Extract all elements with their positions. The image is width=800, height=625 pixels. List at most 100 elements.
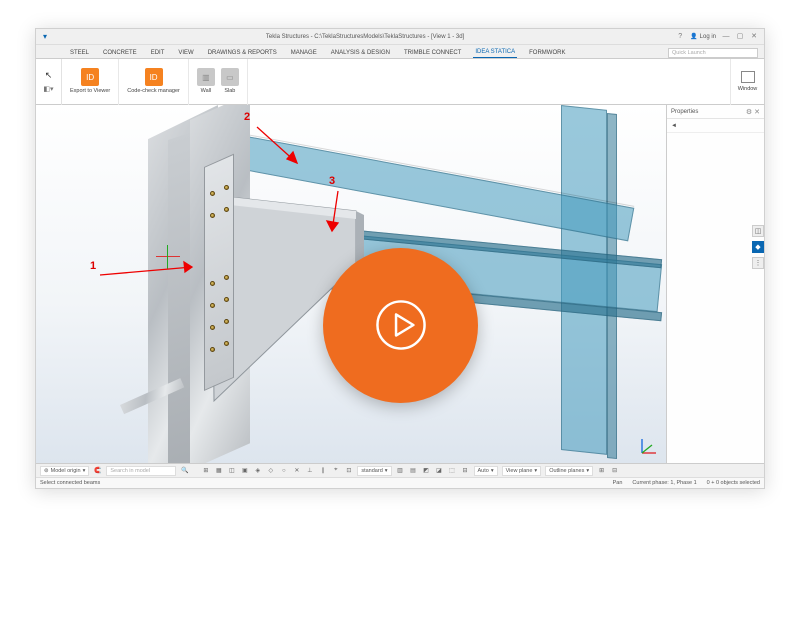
axis-triad-icon [638, 435, 660, 457]
magnet-icon[interactable]: 🧲 [93, 466, 102, 475]
status-bar: ⊚Model origin▾ 🧲 Search in model 🔍 ⊞ ▦ ◫… [36, 463, 764, 477]
sidetab-2[interactable]: ◆ [752, 241, 764, 253]
sidetab-3[interactable]: ⋮ [752, 257, 764, 269]
annotation-arrow-1 [96, 255, 206, 295]
snap-icon[interactable]: ○ [279, 466, 288, 475]
wall-label: Wall [201, 88, 212, 94]
wall-slab-group: ▥ Wall ▭ Slab [189, 59, 248, 105]
quick-launch-input[interactable]: Quick Launch [668, 48, 758, 58]
ribbon-tabs: STEEL CONCRETE EDIT VIEW DRAWINGS & REPO… [36, 45, 764, 59]
toolbar-icon[interactable]: ▥ [396, 466, 405, 475]
toolbar-icon[interactable]: ⬚ [448, 466, 457, 475]
snap-icon[interactable]: ⊥ [305, 466, 314, 475]
bolt [210, 325, 215, 330]
export-viewer-icon: ID [81, 68, 99, 86]
login-link[interactable]: 👤Log in [690, 33, 716, 40]
annotation-arrow-2 [251, 123, 311, 173]
play-icon [370, 294, 432, 356]
tab-view[interactable]: VIEW [176, 48, 195, 58]
tab-concrete[interactable]: CONCRETE [101, 48, 139, 58]
codecheck-icon: ID [145, 68, 163, 86]
bolt [224, 275, 229, 280]
tab-idea-statica[interactable]: IDEA STATICA [473, 47, 517, 58]
properties-title: Properties [671, 109, 698, 115]
close-button[interactable]: ✕ [750, 33, 758, 41]
properties-panel: Properties ⚙ ✕ ◄ ◫ ◆ ⋮ [666, 105, 764, 463]
toolbar-icon[interactable]: ◩ [422, 466, 431, 475]
titlebar: ▾ Tekla Structures - C:\TeklaStructuresM… [36, 29, 764, 45]
sidetab-1[interactable]: ◫ [752, 225, 764, 237]
standard-dropdown[interactable]: standard▾ [357, 466, 391, 476]
window-panel-label: Window [738, 86, 758, 92]
tab-manage[interactable]: MANAGE [289, 48, 319, 58]
outline-planes-dropdown[interactable]: Outline planes▾ [545, 466, 593, 476]
search-icon[interactable]: 🔍 [180, 466, 189, 475]
tab-trimble[interactable]: TRIMBLE CONNECT [402, 48, 463, 58]
hint-text: Select connected beams [40, 480, 100, 486]
side-tabs: ◫ ◆ ⋮ [752, 225, 764, 269]
snap-icon[interactable]: ◈ [253, 466, 262, 475]
bolt [224, 185, 229, 190]
bolt [224, 319, 229, 324]
search-model-input[interactable]: Search in model [106, 466, 176, 476]
hint-bar: Select connected beams Pan Current phase… [36, 477, 764, 488]
slab-button[interactable]: ▭ Slab [221, 68, 239, 94]
bolt [210, 281, 215, 286]
codecheck-button[interactable]: ID Code-check manager [119, 59, 189, 105]
phase-indicator: Current phase: 1, Phase 1 [632, 480, 696, 486]
snap-icon[interactable]: ⊞ [201, 466, 210, 475]
snap-icon[interactable]: ∥ [318, 466, 327, 475]
nav-mode: Pan [613, 480, 623, 486]
bolt [224, 207, 229, 212]
export-viewer-button[interactable]: ID Export to Viewer [62, 59, 119, 105]
bolt [224, 341, 229, 346]
model-origin-button[interactable]: ⊚Model origin▾ [40, 466, 89, 476]
selection-filter-icon[interactable]: ◧▾ [43, 85, 53, 93]
ribbon: ↖ ◧▾ ID Export to Viewer ID Code-check m… [36, 59, 764, 105]
bolt [210, 213, 215, 218]
snap-icon[interactable]: ✕ [292, 466, 301, 475]
tab-edit[interactable]: EDIT [149, 48, 167, 58]
tab-analysis[interactable]: ANALYSIS & DESIGN [329, 48, 392, 58]
play-button[interactable] [323, 248, 478, 403]
app-menu-icon[interactable]: ▾ [43, 32, 47, 41]
annotation-arrow-3 [318, 187, 358, 241]
toolbar-icon[interactable]: ▤ [409, 466, 418, 475]
window-title: Tekla Structures - C:\TeklaStructuresMod… [54, 34, 676, 40]
snap-icon[interactable]: ◫ [227, 466, 236, 475]
tab-formwork[interactable]: FORMWORK [527, 48, 567, 58]
view-plane-dropdown[interactable]: View plane▾ [502, 466, 542, 476]
tab-drawings[interactable]: DRAWINGS & REPORTS [206, 48, 279, 58]
snap-icon[interactable]: ⊡ [344, 466, 353, 475]
codecheck-label: Code-check manager [127, 88, 180, 94]
slab-icon: ▭ [221, 68, 239, 86]
minimize-button[interactable]: — [722, 33, 730, 41]
select-tool-icon[interactable]: ↖ [45, 70, 53, 81]
end-plate [204, 154, 234, 391]
toolbar-icon[interactable]: ⊟ [461, 466, 470, 475]
toolbar-icon[interactable]: ⊟ [610, 466, 619, 475]
snap-icon[interactable]: ▦ [214, 466, 223, 475]
snap-icon[interactable]: ⌖ [331, 466, 340, 475]
bolt [210, 191, 215, 196]
toolbar-icon[interactable]: ⊞ [597, 466, 606, 475]
snap-icon[interactable]: ◇ [266, 466, 275, 475]
maximize-button[interactable]: ▢ [736, 33, 744, 41]
wall-button[interactable]: ▥ Wall [197, 68, 215, 94]
bolt [210, 347, 215, 352]
toolbar-icon[interactable]: ◪ [435, 466, 444, 475]
auto-dropdown[interactable]: Auto▾ [474, 466, 498, 476]
tab-steel[interactable]: STEEL [68, 48, 91, 58]
window-panel-button[interactable]: Window [730, 59, 764, 105]
annotation-label-2: 2 [244, 111, 250, 123]
wall-icon: ▥ [197, 68, 215, 86]
snap-icon[interactable]: ▣ [240, 466, 249, 475]
help-icon[interactable]: ? [676, 33, 684, 41]
properties-options-icon[interactable]: ⚙ ✕ [746, 108, 760, 116]
quick-access-toolbar: ↖ ◧▾ [36, 59, 62, 105]
window-icon [741, 71, 755, 83]
properties-speaker-icon[interactable]: ◄ [671, 123, 677, 129]
selection-count: 0 + 0 objects selected [707, 480, 760, 486]
annotation-label-1: 1 [90, 260, 96, 272]
export-viewer-label: Export to Viewer [70, 88, 110, 94]
